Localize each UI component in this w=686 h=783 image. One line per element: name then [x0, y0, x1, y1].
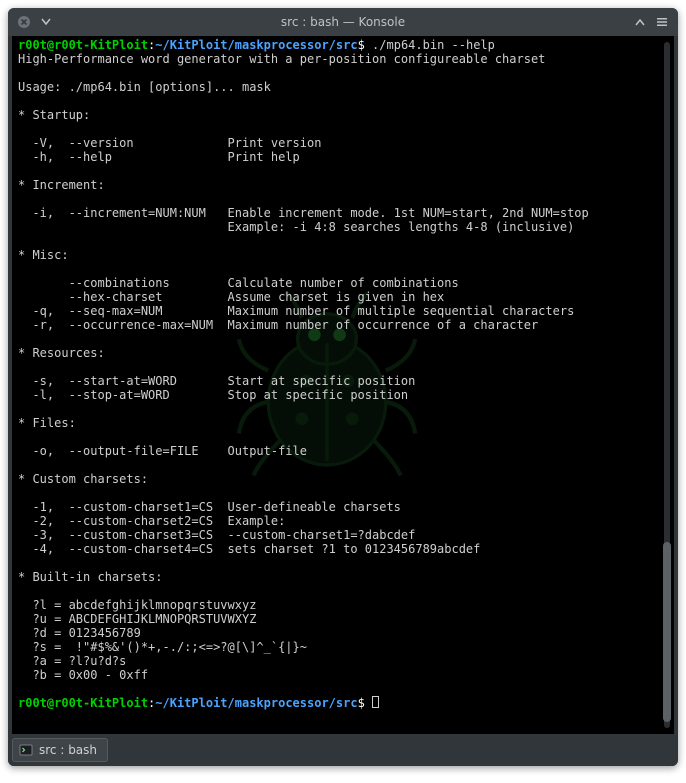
- terminal-icon: [19, 743, 33, 757]
- output-line: -o, --output-file=FILE Output-file: [18, 444, 307, 458]
- output-line: -h, --help Print help: [18, 150, 300, 164]
- output-line: ?b = 0x00 - 0xff: [18, 668, 148, 682]
- close-button[interactable]: [16, 14, 32, 30]
- scrollbar-thumb[interactable]: [663, 542, 671, 722]
- prompt-line-2: r00t@r00t-KitPloit:~/KitPloit/maskproces…: [18, 696, 379, 710]
- prompt-path: ~/KitPloit/maskprocessor/src: [155, 696, 357, 710]
- output-line: * Files:: [18, 416, 76, 430]
- output-line: -s, --start-at=WORD Start at specific po…: [18, 374, 415, 388]
- output-line: --hex-charset Assume charset is given in…: [18, 290, 444, 304]
- titlebar: src : bash — Konsole: [8, 8, 678, 36]
- maximize-button[interactable]: [632, 14, 648, 30]
- output-line: -3, --custom-charset3=CS --custom-charse…: [18, 528, 415, 542]
- output-line: -V, --version Print version: [18, 136, 321, 150]
- output-line: * Increment:: [18, 178, 105, 192]
- output-line: --combinations Calculate number of combi…: [18, 276, 459, 290]
- prompt-user-host: r00t@r00t-KitPloit: [18, 38, 148, 52]
- command-text: ./mp64.bin --help: [372, 38, 495, 52]
- output-line: -1, --custom-charset1=CS User-defineable…: [18, 500, 401, 514]
- output-line: * Custom charsets:: [18, 472, 148, 486]
- tab-label: src : bash: [39, 743, 97, 757]
- output-line: ?d = 0123456789: [18, 626, 141, 640]
- tab-src-bash[interactable]: src : bash: [12, 738, 108, 762]
- prompt-symbol: $: [358, 38, 365, 52]
- output-line: * Built-in charsets:: [18, 570, 163, 584]
- terminal-area[interactable]: r00t@r00t-KitPloit:~/KitPloit/maskproces…: [12, 36, 674, 734]
- prompt-line-1: r00t@r00t-KitPloit:~/KitPloit/maskproces…: [18, 38, 495, 52]
- minimize-button[interactable]: [38, 14, 54, 30]
- menu-button[interactable]: [654, 14, 670, 30]
- output-line: * Startup:: [18, 108, 90, 122]
- output-line: High-Performance word generator with a p…: [18, 52, 545, 66]
- output-line: Example: -i 4:8 searches lengths 4-8 (in…: [18, 220, 574, 234]
- output-line: * Misc:: [18, 248, 69, 262]
- tabbar: src : bash: [8, 734, 678, 766]
- output-line: -i, --increment=NUM:NUM Enable increment…: [18, 206, 589, 220]
- output-line: -q, --seq-max=NUM Maximum number of mult…: [18, 304, 574, 318]
- output-line: -4, --custom-charset4=CS sets charset ?1…: [18, 542, 480, 556]
- output-line: ?s = !"#$%&'()*+,-./:;<=>?@[\]^_`{|}~: [18, 640, 307, 654]
- output-line: Usage: ./mp64.bin [options]... mask: [18, 80, 271, 94]
- output-line: -r, --occurrence-max=NUM Maximum number …: [18, 318, 538, 332]
- output-line: -l, --stop-at=WORD Stop at specific posi…: [18, 388, 408, 402]
- output-line: ?l = abcdefghijklmnopqrstuvwxyz: [18, 598, 256, 612]
- prompt-symbol: $: [358, 696, 365, 710]
- output-line: -2, --custom-charset2=CS Example:: [18, 514, 285, 528]
- window-title: src : bash — Konsole: [8, 15, 678, 29]
- output-line: ?a = ?l?u?d?s: [18, 654, 126, 668]
- konsole-window: src : bash — Konsole: [8, 8, 678, 766]
- prompt-path: ~/KitPloit/maskprocessor/src: [155, 38, 357, 52]
- terminal-scrollbar[interactable]: [662, 42, 672, 728]
- output-line: ?u = ABCDEFGHIJKLMNOPQRSTUVWXYZ: [18, 612, 256, 626]
- prompt-user-host: r00t@r00t-KitPloit: [18, 696, 148, 710]
- cursor: [372, 696, 379, 708]
- terminal-output: r00t@r00t-KitPloit:~/KitPloit/maskproces…: [12, 36, 674, 712]
- output-line: * Resources:: [18, 346, 105, 360]
